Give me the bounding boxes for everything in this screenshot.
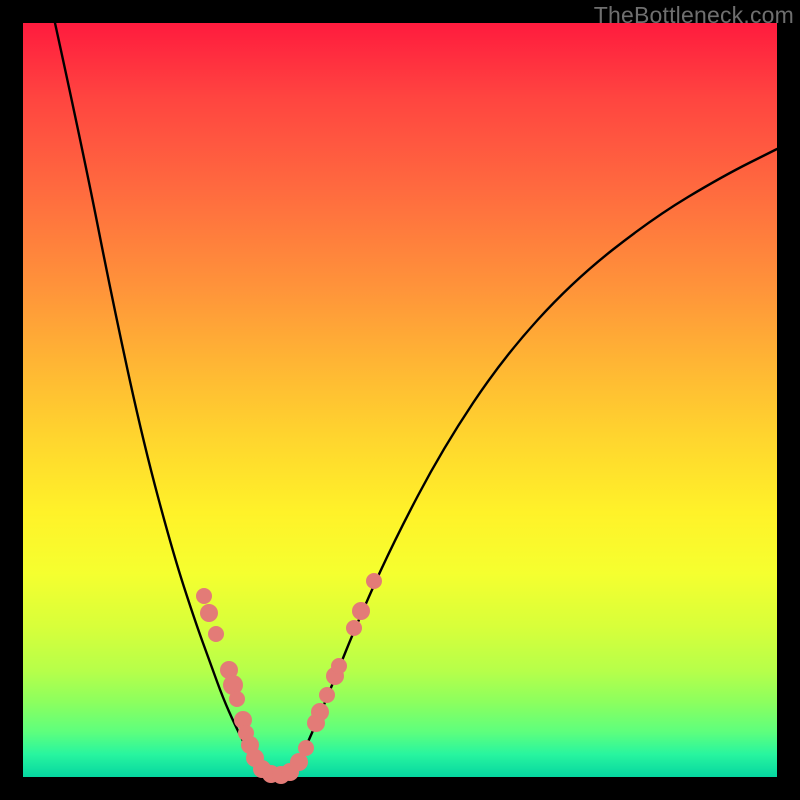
data-dot: [208, 626, 224, 642]
bottleneck-curve: [23, 23, 777, 777]
data-dot: [346, 620, 362, 636]
data-dot: [200, 604, 218, 622]
data-dot: [319, 687, 335, 703]
data-dot: [229, 691, 245, 707]
chart-plot-area: [23, 23, 777, 777]
data-dot: [298, 740, 314, 756]
data-dot: [352, 602, 370, 620]
data-dot: [311, 703, 329, 721]
watermark-text: TheBottleneck.com: [594, 2, 794, 29]
data-dots: [196, 573, 382, 784]
curve-path: [55, 23, 777, 776]
data-dot: [331, 658, 347, 674]
data-dot: [366, 573, 382, 589]
data-dot: [196, 588, 212, 604]
